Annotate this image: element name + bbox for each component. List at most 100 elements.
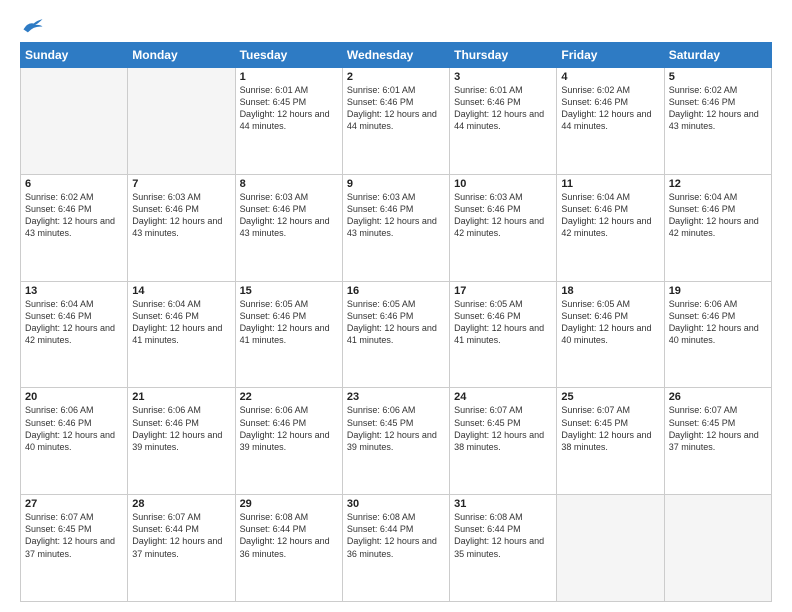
day-number: 4 xyxy=(561,71,659,83)
day-info: Sunrise: 6:04 AMSunset: 6:46 PMDaylight:… xyxy=(561,191,659,240)
day-info: Sunrise: 6:08 AMSunset: 6:44 PMDaylight:… xyxy=(240,511,338,560)
day-info: Sunrise: 6:07 AMSunset: 6:45 PMDaylight:… xyxy=(561,404,659,453)
day-number: 10 xyxy=(454,178,552,190)
day-info: Sunrise: 6:02 AMSunset: 6:46 PMDaylight:… xyxy=(669,84,767,133)
day-number: 15 xyxy=(240,285,338,297)
day-number: 2 xyxy=(347,71,445,83)
day-number: 17 xyxy=(454,285,552,297)
day-info: Sunrise: 6:06 AMSunset: 6:46 PMDaylight:… xyxy=(240,404,338,453)
day-info: Sunrise: 6:03 AMSunset: 6:46 PMDaylight:… xyxy=(132,191,230,240)
day-info: Sunrise: 6:07 AMSunset: 6:45 PMDaylight:… xyxy=(25,511,123,560)
day-info: Sunrise: 6:08 AMSunset: 6:44 PMDaylight:… xyxy=(454,511,552,560)
day-number: 7 xyxy=(132,178,230,190)
calendar-cell: 6Sunrise: 6:02 AMSunset: 6:46 PMDaylight… xyxy=(21,174,128,281)
day-number: 24 xyxy=(454,391,552,403)
day-header-wednesday: Wednesday xyxy=(342,43,449,68)
calendar-week-1: 6Sunrise: 6:02 AMSunset: 6:46 PMDaylight… xyxy=(21,174,772,281)
day-info: Sunrise: 6:06 AMSunset: 6:46 PMDaylight:… xyxy=(25,404,123,453)
day-info: Sunrise: 6:02 AMSunset: 6:46 PMDaylight:… xyxy=(25,191,123,240)
day-number: 14 xyxy=(132,285,230,297)
calendar-cell xyxy=(21,68,128,175)
day-number: 27 xyxy=(25,498,123,510)
day-info: Sunrise: 6:01 AMSunset: 6:46 PMDaylight:… xyxy=(454,84,552,133)
calendar-cell: 19Sunrise: 6:06 AMSunset: 6:46 PMDayligh… xyxy=(664,281,771,388)
calendar-cell: 28Sunrise: 6:07 AMSunset: 6:44 PMDayligh… xyxy=(128,495,235,602)
calendar-cell: 20Sunrise: 6:06 AMSunset: 6:46 PMDayligh… xyxy=(21,388,128,495)
calendar-cell: 18Sunrise: 6:05 AMSunset: 6:46 PMDayligh… xyxy=(557,281,664,388)
calendar-cell: 11Sunrise: 6:04 AMSunset: 6:46 PMDayligh… xyxy=(557,174,664,281)
logo xyxy=(20,16,44,34)
day-info: Sunrise: 6:06 AMSunset: 6:45 PMDaylight:… xyxy=(347,404,445,453)
day-info: Sunrise: 6:06 AMSunset: 6:46 PMDaylight:… xyxy=(132,404,230,453)
calendar-cell: 27Sunrise: 6:07 AMSunset: 6:45 PMDayligh… xyxy=(21,495,128,602)
day-info: Sunrise: 6:06 AMSunset: 6:46 PMDaylight:… xyxy=(669,298,767,347)
day-number: 13 xyxy=(25,285,123,297)
day-info: Sunrise: 6:05 AMSunset: 6:46 PMDaylight:… xyxy=(347,298,445,347)
calendar-cell xyxy=(128,68,235,175)
day-number: 19 xyxy=(669,285,767,297)
day-info: Sunrise: 6:01 AMSunset: 6:46 PMDaylight:… xyxy=(347,84,445,133)
day-info: Sunrise: 6:07 AMSunset: 6:45 PMDaylight:… xyxy=(669,404,767,453)
day-number: 12 xyxy=(669,178,767,190)
calendar-cell: 25Sunrise: 6:07 AMSunset: 6:45 PMDayligh… xyxy=(557,388,664,495)
logo-text xyxy=(20,16,44,34)
calendar-cell: 22Sunrise: 6:06 AMSunset: 6:46 PMDayligh… xyxy=(235,388,342,495)
calendar-cell: 17Sunrise: 6:05 AMSunset: 6:46 PMDayligh… xyxy=(450,281,557,388)
day-number: 9 xyxy=(347,178,445,190)
day-number: 1 xyxy=(240,71,338,83)
calendar-cell: 3Sunrise: 6:01 AMSunset: 6:46 PMDaylight… xyxy=(450,68,557,175)
day-header-sunday: Sunday xyxy=(21,43,128,68)
day-number: 8 xyxy=(240,178,338,190)
day-header-saturday: Saturday xyxy=(664,43,771,68)
header xyxy=(20,16,772,34)
calendar-cell: 2Sunrise: 6:01 AMSunset: 6:46 PMDaylight… xyxy=(342,68,449,175)
day-number: 23 xyxy=(347,391,445,403)
day-info: Sunrise: 6:04 AMSunset: 6:46 PMDaylight:… xyxy=(669,191,767,240)
day-number: 28 xyxy=(132,498,230,510)
calendar-cell: 14Sunrise: 6:04 AMSunset: 6:46 PMDayligh… xyxy=(128,281,235,388)
day-number: 21 xyxy=(132,391,230,403)
calendar-cell: 24Sunrise: 6:07 AMSunset: 6:45 PMDayligh… xyxy=(450,388,557,495)
calendar-cell: 7Sunrise: 6:03 AMSunset: 6:46 PMDaylight… xyxy=(128,174,235,281)
day-info: Sunrise: 6:03 AMSunset: 6:46 PMDaylight:… xyxy=(347,191,445,240)
day-info: Sunrise: 6:03 AMSunset: 6:46 PMDaylight:… xyxy=(454,191,552,240)
day-info: Sunrise: 6:03 AMSunset: 6:46 PMDaylight:… xyxy=(240,191,338,240)
day-header-friday: Friday xyxy=(557,43,664,68)
day-number: 26 xyxy=(669,391,767,403)
day-header-thursday: Thursday xyxy=(450,43,557,68)
day-info: Sunrise: 6:02 AMSunset: 6:46 PMDaylight:… xyxy=(561,84,659,133)
day-number: 30 xyxy=(347,498,445,510)
day-number: 6 xyxy=(25,178,123,190)
calendar-cell: 30Sunrise: 6:08 AMSunset: 6:44 PMDayligh… xyxy=(342,495,449,602)
calendar-cell: 21Sunrise: 6:06 AMSunset: 6:46 PMDayligh… xyxy=(128,388,235,495)
day-number: 25 xyxy=(561,391,659,403)
calendar-cell xyxy=(664,495,771,602)
day-info: Sunrise: 6:04 AMSunset: 6:46 PMDaylight:… xyxy=(25,298,123,347)
day-info: Sunrise: 6:05 AMSunset: 6:46 PMDaylight:… xyxy=(454,298,552,347)
calendar-cell: 29Sunrise: 6:08 AMSunset: 6:44 PMDayligh… xyxy=(235,495,342,602)
calendar-week-0: 1Sunrise: 6:01 AMSunset: 6:45 PMDaylight… xyxy=(21,68,772,175)
calendar-week-3: 20Sunrise: 6:06 AMSunset: 6:46 PMDayligh… xyxy=(21,388,772,495)
day-number: 3 xyxy=(454,71,552,83)
calendar-week-4: 27Sunrise: 6:07 AMSunset: 6:45 PMDayligh… xyxy=(21,495,772,602)
day-info: Sunrise: 6:07 AMSunset: 6:44 PMDaylight:… xyxy=(132,511,230,560)
day-number: 22 xyxy=(240,391,338,403)
logo-bird-icon xyxy=(22,16,44,34)
calendar-cell xyxy=(557,495,664,602)
calendar-cell: 23Sunrise: 6:06 AMSunset: 6:45 PMDayligh… xyxy=(342,388,449,495)
calendar-cell: 1Sunrise: 6:01 AMSunset: 6:45 PMDaylight… xyxy=(235,68,342,175)
calendar-cell: 15Sunrise: 6:05 AMSunset: 6:46 PMDayligh… xyxy=(235,281,342,388)
day-header-monday: Monday xyxy=(128,43,235,68)
day-number: 11 xyxy=(561,178,659,190)
calendar-cell: 31Sunrise: 6:08 AMSunset: 6:44 PMDayligh… xyxy=(450,495,557,602)
day-number: 20 xyxy=(25,391,123,403)
day-info: Sunrise: 6:07 AMSunset: 6:45 PMDaylight:… xyxy=(454,404,552,453)
calendar-cell: 16Sunrise: 6:05 AMSunset: 6:46 PMDayligh… xyxy=(342,281,449,388)
day-number: 16 xyxy=(347,285,445,297)
calendar-cell: 10Sunrise: 6:03 AMSunset: 6:46 PMDayligh… xyxy=(450,174,557,281)
day-header-tuesday: Tuesday xyxy=(235,43,342,68)
calendar-cell: 12Sunrise: 6:04 AMSunset: 6:46 PMDayligh… xyxy=(664,174,771,281)
day-info: Sunrise: 6:04 AMSunset: 6:46 PMDaylight:… xyxy=(132,298,230,347)
calendar-cell: 5Sunrise: 6:02 AMSunset: 6:46 PMDaylight… xyxy=(664,68,771,175)
calendar-cell: 9Sunrise: 6:03 AMSunset: 6:46 PMDaylight… xyxy=(342,174,449,281)
